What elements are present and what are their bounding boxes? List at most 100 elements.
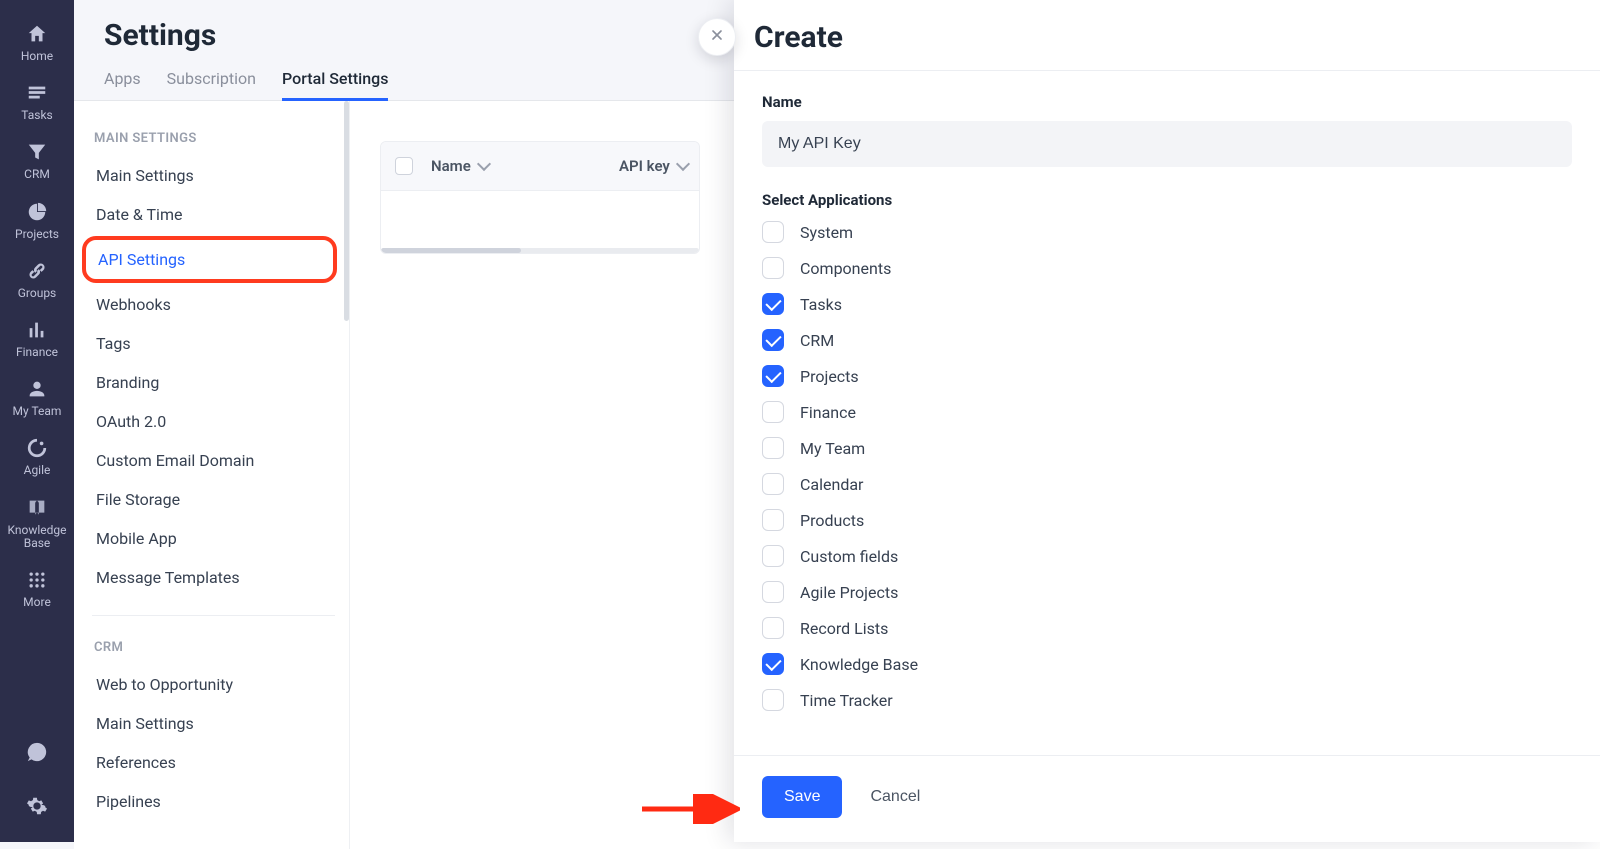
api-keys-table: Name API key (380, 141, 700, 254)
section-title-crm: CRM (88, 632, 339, 665)
link-icon (25, 259, 49, 283)
chevron-down-icon (477, 157, 491, 171)
app-checkbox-row[interactable]: Record Lists (762, 617, 1572, 639)
app-checkbox-row[interactable]: Projects (762, 365, 1572, 387)
sidebar-item-mobile-app[interactable]: Mobile App (88, 519, 339, 558)
dashboard-icon (25, 200, 49, 224)
close-icon (709, 27, 725, 48)
book-icon (25, 496, 49, 520)
sidebar-item-tags[interactable]: Tags (88, 324, 339, 363)
checkbox[interactable] (762, 437, 784, 459)
checkbox[interactable] (762, 221, 784, 243)
app-checkbox-row[interactable]: Time Tracker (762, 689, 1572, 711)
app-checkbox-row[interactable]: Knowledge Base (762, 653, 1572, 675)
name-input[interactable] (762, 121, 1572, 167)
tab-portal-settings[interactable]: Portal Settings (282, 61, 388, 100)
app-checkbox-row[interactable]: Custom fields (762, 545, 1572, 567)
app-label: My Team (800, 439, 865, 458)
checkbox[interactable] (762, 473, 784, 495)
sidebar-item-references[interactable]: References (88, 743, 339, 782)
app-label: Knowledge Base (800, 655, 918, 674)
nav-label: Finance (16, 346, 58, 359)
table-header-row: Name API key (381, 142, 699, 190)
app-label: Agile Projects (800, 583, 898, 602)
help-icon (25, 740, 49, 764)
nav-label: Home (21, 50, 53, 63)
tasks-icon (25, 81, 49, 105)
nav-item-crm[interactable]: CRM (0, 132, 74, 191)
nav-item-myteam[interactable]: My Team (0, 369, 74, 428)
column-header-apikey[interactable]: API key (619, 157, 688, 175)
horizontal-scroll-thumb[interactable] (381, 248, 521, 253)
nav-label: Tasks (21, 109, 53, 122)
checkbox[interactable] (762, 581, 784, 603)
column-header-name[interactable]: Name (431, 157, 601, 175)
nav-item-projects[interactable]: Projects (0, 192, 74, 251)
panel-footer: Save Cancel (734, 755, 1600, 842)
nav-label: CRM (24, 168, 50, 181)
sidebar-item-oauth[interactable]: OAuth 2.0 (88, 402, 339, 441)
panel-title: Create (754, 20, 843, 55)
checkbox[interactable] (762, 365, 784, 387)
app-checkbox-row[interactable]: Tasks (762, 293, 1572, 315)
app-checkbox-row[interactable]: CRM (762, 329, 1572, 351)
checkbox[interactable] (762, 329, 784, 351)
sidebar-item-web-to-opportunity[interactable]: Web to Opportunity (88, 665, 339, 704)
app-checkbox-row[interactable]: Finance (762, 401, 1572, 423)
sidebar-divider (92, 615, 335, 616)
nav-label: Groups (18, 287, 57, 300)
app-label: Finance (800, 403, 856, 422)
nav-item-help[interactable] (0, 740, 74, 768)
gear-icon (25, 794, 49, 818)
sidebar-item-api-settings[interactable]: API Settings (94, 246, 325, 273)
section-title-main: MAIN SETTINGS (88, 123, 339, 156)
nav-item-finance[interactable]: Finance (0, 310, 74, 369)
app-checkbox-row[interactable]: Products (762, 509, 1572, 531)
home-icon (25, 22, 49, 46)
checkbox[interactable] (762, 617, 784, 639)
save-button[interactable]: Save (762, 776, 842, 818)
sidebar-item-crm-main-settings[interactable]: Main Settings (88, 704, 339, 743)
app-checkbox-row[interactable]: Components (762, 257, 1572, 279)
sidebar-item-custom-email-domain[interactable]: Custom Email Domain (88, 441, 339, 480)
checkbox[interactable] (762, 545, 784, 567)
team-icon (25, 377, 49, 401)
app-checkbox-row[interactable]: Calendar (762, 473, 1572, 495)
nav-item-more[interactable]: More (0, 560, 74, 619)
applications-checklist: System Components Tasks CRM Projects Finance M… (762, 221, 1572, 711)
sidebar-item-date-time[interactable]: Date & Time (88, 195, 339, 234)
tab-apps[interactable]: Apps (104, 61, 141, 100)
app-checkbox-row[interactable]: System (762, 221, 1572, 243)
select-all-checkbox[interactable] (395, 157, 413, 175)
sidebar-item-branding[interactable]: Branding (88, 363, 339, 402)
app-label: Calendar (800, 475, 863, 494)
horizontal-scrollbar[interactable] (381, 248, 699, 253)
name-label: Name (762, 93, 1572, 111)
finance-icon (25, 318, 49, 342)
sidebar-item-webhooks[interactable]: Webhooks (88, 285, 339, 324)
checkbox[interactable] (762, 653, 784, 675)
checkbox[interactable] (762, 509, 784, 531)
nav-item-tasks[interactable]: Tasks (0, 73, 74, 132)
nav-item-groups[interactable]: Groups (0, 251, 74, 310)
nav-item-settings[interactable] (0, 794, 74, 822)
checkbox[interactable] (762, 401, 784, 423)
create-panel: Create Name Select Applications SystemCo… (734, 0, 1600, 842)
nav-item-home[interactable]: Home (0, 14, 74, 73)
nav-label: Projects (15, 228, 59, 241)
app-checkbox-row[interactable]: My Team (762, 437, 1572, 459)
sidebar-item-message-templates[interactable]: Message Templates (88, 558, 339, 597)
sidebar-item-main-settings[interactable]: Main Settings (88, 156, 339, 195)
checkbox[interactable] (762, 293, 784, 315)
sidebar-item-pipelines[interactable]: Pipelines (88, 782, 339, 821)
cancel-button[interactable]: Cancel (870, 788, 920, 806)
checkbox[interactable] (762, 257, 784, 279)
close-button[interactable] (698, 18, 736, 56)
nav-item-knowledgebase[interactable]: Knowledge Base (0, 488, 74, 560)
checkbox[interactable] (762, 689, 784, 711)
nav-item-agile[interactable]: Agile (0, 428, 74, 487)
app-label: Custom fields (800, 547, 898, 566)
tab-subscription[interactable]: Subscription (167, 61, 256, 100)
app-checkbox-row[interactable]: Agile Projects (762, 581, 1572, 603)
sidebar-item-file-storage[interactable]: File Storage (88, 480, 339, 519)
